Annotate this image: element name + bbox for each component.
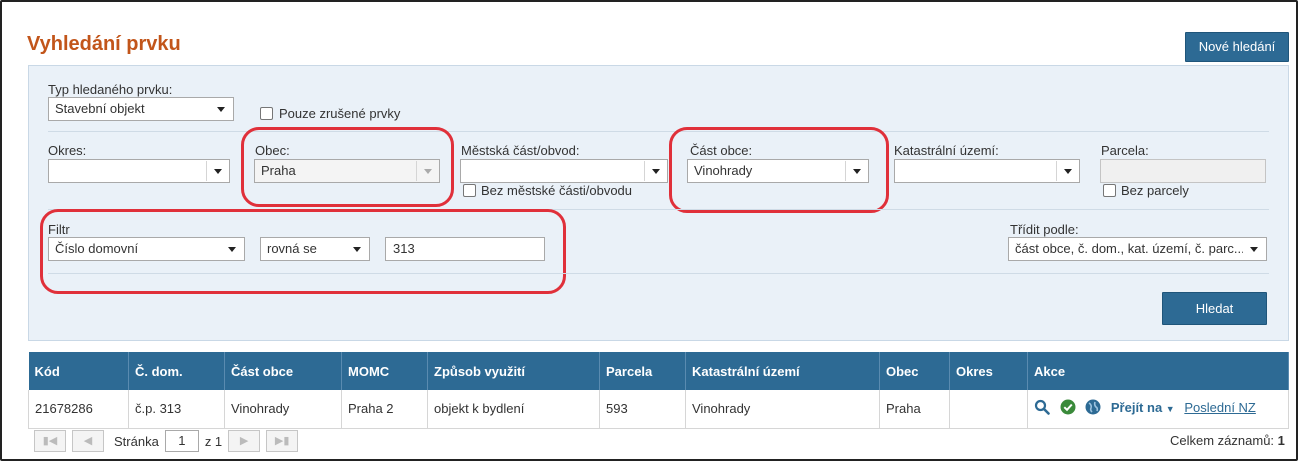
total-label: Celkem záznamů:: [1170, 433, 1275, 448]
page-input[interactable]: 1: [164, 430, 199, 452]
cast-obce-select-value: Vinohrady: [694, 163, 753, 178]
sort-select-value: část obce, č. dom., kat. území, č. parc.…: [1015, 241, 1245, 256]
divider: [48, 131, 1269, 132]
okres-label: Okres:: [48, 143, 87, 158]
obec-select[interactable]: Praha: [254, 159, 440, 183]
globe-icon[interactable]: [1085, 399, 1101, 418]
chevron-down-icon: [1243, 239, 1265, 259]
katastralni-uzemi-select[interactable]: [894, 159, 1080, 183]
filter-field-value: Číslo domovní: [55, 241, 139, 256]
bez-mestske-casti-group[interactable]: Bez městské části/obvodu: [463, 183, 632, 198]
chevron-down-icon: ▼: [1165, 404, 1175, 415]
column-header[interactable]: Kód: [28, 352, 129, 390]
bez-parcely-group[interactable]: Bez parcely: [1103, 183, 1189, 198]
next-page-icon[interactable]: ▶: [228, 430, 261, 452]
chevron-down-icon: [346, 239, 368, 259]
chevron-down-icon: [416, 161, 438, 181]
filter-value-input[interactable]: 313: [385, 237, 545, 261]
cell-zpusob-vyuziti: objekt k bydlení: [427, 390, 600, 429]
goto-menu[interactable]: Přejít na ▼: [1111, 400, 1178, 415]
obec-label: Obec:: [255, 143, 290, 158]
filter-operator-select[interactable]: rovná se: [260, 237, 370, 261]
column-header[interactable]: Katastrální území: [685, 352, 880, 390]
column-header[interactable]: Č. dom.: [128, 352, 225, 390]
cell-okres: [949, 390, 1028, 429]
new-search-button[interactable]: Nové hledání: [1185, 32, 1289, 62]
chevron-down-icon: [644, 161, 666, 181]
page-label: Stránka: [114, 433, 159, 449]
goto-label: Přejít na: [1110, 400, 1163, 416]
sort-select[interactable]: část obce, č. dom., kat. území, č. parc.…: [1008, 237, 1267, 261]
first-page-icon[interactable]: ▮◀: [34, 430, 66, 452]
prev-page-icon[interactable]: ◀: [72, 430, 104, 452]
chevron-down-icon: [1056, 161, 1078, 181]
type-select-value: Stavební objekt: [55, 101, 145, 116]
column-header[interactable]: Obec: [879, 352, 950, 390]
cell-obec: Praha: [879, 390, 950, 429]
chevron-down-icon: [845, 161, 867, 181]
total-value: 1: [1277, 433, 1285, 448]
cell-cast-obce: Vinohrady: [224, 390, 342, 429]
cast-obce-select[interactable]: Vinohrady: [687, 159, 869, 183]
column-header: Akce: [1027, 352, 1289, 390]
last-page-icon[interactable]: ▶▮: [266, 430, 299, 452]
only-cancelled-checkbox-group[interactable]: Pouze zrušené prvky: [260, 106, 400, 121]
cell-katastralni-uzemi: Vinohrady: [685, 390, 880, 429]
search-icon[interactable]: [1034, 399, 1050, 418]
sort-label: Třídit podle:: [1010, 222, 1079, 237]
only-cancelled-checkbox[interactable]: [260, 107, 273, 120]
parcela-input[interactable]: [1100, 159, 1266, 183]
column-header[interactable]: Okres: [949, 352, 1028, 390]
cell-momc: Praha 2: [341, 390, 428, 429]
column-header[interactable]: Způsob využití: [427, 352, 600, 390]
cell-cislo-domovni: č.p. 313: [128, 390, 225, 429]
table-row: 21678286 č.p. 313 Vinohrady Praha 2 obje…: [28, 390, 1289, 429]
cast-obce-label: Část obce:: [690, 143, 753, 158]
last-nz-link[interactable]: Poslední NZ: [1184, 400, 1256, 415]
cell-parcela: 593: [599, 390, 686, 429]
page-title: Vyhledání prvku: [27, 33, 181, 55]
check-circle-icon[interactable]: [1060, 399, 1076, 418]
chevron-down-icon: [210, 99, 232, 119]
filter-label: Filtr: [48, 222, 70, 237]
page-of-label: z 1: [204, 433, 223, 449]
pager: ▮◀ ◀ Stránka 1 z 1 ▶ ▶▮: [34, 430, 299, 452]
okres-select[interactable]: [48, 159, 230, 183]
obec-select-value: Praha: [261, 163, 296, 178]
mestska-cast-select[interactable]: [460, 159, 668, 183]
bez-parcely-label: Bez parcely: [1121, 183, 1189, 198]
cell-akce: Přejít na ▼ Poslední NZ: [1027, 390, 1289, 429]
column-header[interactable]: Parcela: [599, 352, 686, 390]
chevron-down-icon: [206, 161, 228, 181]
search-button[interactable]: Hledat: [1162, 292, 1267, 325]
filter-operator-value: rovná se: [267, 241, 317, 256]
bez-mestske-casti-label: Bez městské části/obvodu: [481, 183, 633, 198]
bez-parcely-checkbox[interactable]: [1103, 184, 1116, 197]
type-label: Typ hledaného prvku:: [48, 82, 173, 97]
filter-field-select[interactable]: Číslo domovní: [48, 237, 245, 261]
parcela-label: Parcela:: [1101, 143, 1149, 158]
chevron-down-icon: [221, 239, 243, 259]
mestska-cast-label: Městská část/obvod:: [461, 143, 580, 158]
only-cancelled-label: Pouze zrušené prvky: [279, 106, 401, 121]
results-table: Kód Č. dom. Část obce MOMC Způsob využit…: [28, 352, 1289, 429]
cell-kod: 21678286: [28, 390, 129, 429]
divider: [48, 273, 1269, 274]
column-header[interactable]: Část obce: [224, 352, 342, 390]
total-records: Celkem záznamů: 1: [1170, 433, 1285, 448]
column-header[interactable]: MOMC: [341, 352, 428, 390]
table-header-row: Kód Č. dom. Část obce MOMC Způsob využit…: [28, 352, 1289, 390]
type-select[interactable]: Stavební objekt: [48, 97, 234, 121]
bez-mestske-casti-checkbox[interactable]: [463, 184, 476, 197]
katastralni-uzemi-label: Katastrální území:: [894, 143, 999, 158]
